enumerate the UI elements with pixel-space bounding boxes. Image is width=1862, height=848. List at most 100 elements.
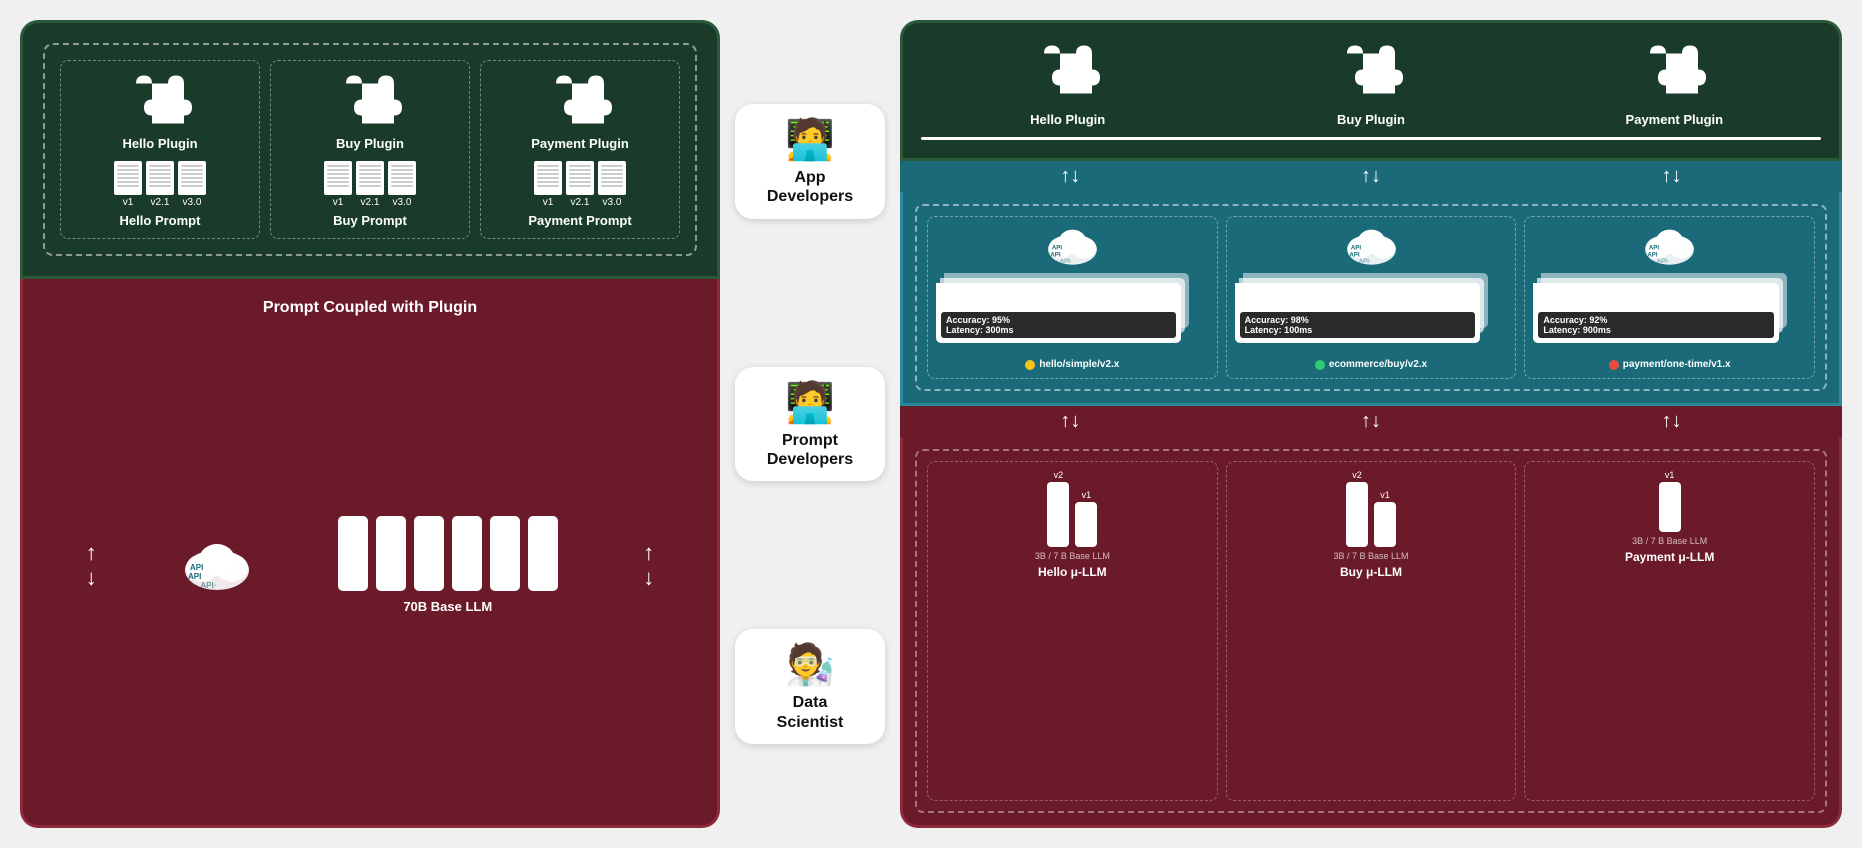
payment-prompt-versions: v1 v2.1 v3.0 bbox=[534, 161, 626, 208]
center-panel: 🧑‍💻 AppDevelopers 🧑‍💻 PromptDevelopers 🧑… bbox=[720, 20, 900, 828]
right-buy-plugin: Buy Plugin bbox=[1224, 41, 1517, 127]
mid-arrow-1: ↑↓ bbox=[920, 410, 1221, 433]
payment-bar-v1 bbox=[1659, 482, 1681, 532]
payment-mu-llm: v1 3B / 7 B Base LLM Payment μ-LLM bbox=[1524, 461, 1815, 801]
hello-plugin-label: Hello Plugin bbox=[122, 136, 197, 151]
payment-mu-sublabel: 3B / 7 B Base LLM bbox=[1632, 536, 1707, 546]
app-dev-emoji: 🧑‍💻 bbox=[750, 116, 870, 163]
buy-prompt-label: Buy Prompt bbox=[333, 213, 407, 228]
svg-text:· · · API·: · · · API· bbox=[186, 581, 216, 590]
buy-prompt-col: API API · · · API· Accuracy: 98% Latency… bbox=[1226, 216, 1517, 379]
right-middle-section: API API · · · API· Accuracy: 95% Latency bbox=[900, 192, 1842, 406]
right-payment-label: Payment Plugin bbox=[1626, 112, 1724, 127]
right-hello-label: Hello Plugin bbox=[1030, 112, 1105, 127]
top-arrows-row: ↑↓ ↑↓ ↑↓ bbox=[900, 161, 1842, 192]
hello-prompt-label: Hello Prompt bbox=[120, 213, 201, 228]
payment-accuracy: Accuracy: 92% Latency: 900ms bbox=[1538, 312, 1773, 338]
payment-plugin-section: Payment Plugin v1 v2.1 v3.0 bbox=[480, 60, 680, 239]
left-bottom-section: Prompt Coupled with Plugin ↑ ↓ API API bbox=[20, 279, 720, 828]
data-sci-title: DataScientist bbox=[750, 693, 870, 731]
llm-section: 70B Base LLM bbox=[338, 516, 558, 614]
app-dev-title: AppDevelopers bbox=[750, 168, 870, 206]
llm-label: 70B Base LLM bbox=[403, 599, 492, 614]
llm-bar-1 bbox=[338, 516, 368, 591]
hello-prompt-versions: v1 v2.1 v3.0 bbox=[114, 161, 206, 208]
doc-v30 bbox=[178, 161, 206, 195]
buy-folder-stack: Accuracy: 98% Latency: 100ms bbox=[1235, 273, 1508, 353]
payment-api-cloud: API API · · · API· bbox=[1642, 225, 1697, 267]
svg-text:· · · API·: · · · API· bbox=[1646, 258, 1669, 265]
left-arrows: ↑ ↓ bbox=[86, 542, 97, 589]
svg-text:API: API bbox=[1350, 244, 1360, 251]
data-sci-emoji: 🧑‍🔬 bbox=[750, 641, 870, 688]
hello-bar-v2 bbox=[1047, 482, 1069, 547]
left-top-section: Hello Plugin v1 v2.1 v3.0 bbox=[20, 20, 720, 279]
hello-puzzle-icon bbox=[120, 71, 200, 136]
llm-bar-4 bbox=[452, 516, 482, 591]
buy-mu-bars: v2 v1 bbox=[1346, 470, 1396, 547]
hello-mu-llm: v2 v1 3B / 7 B Base LLM Hello μ-LLM bbox=[927, 461, 1218, 801]
right-arrows: ↑ ↓ bbox=[643, 542, 654, 589]
hello-cloud-icon: API API · · · API· bbox=[1045, 225, 1100, 267]
buy-mu-sublabel: 3B / 7 B Base LLM bbox=[1333, 551, 1408, 561]
hello-prompt-col: API API · · · API· Accuracy: 95% Latency bbox=[927, 216, 1218, 379]
buy-puzzle-icon bbox=[330, 71, 410, 136]
right-top-section: Hello Plugin Buy Plugin Payment Plugin bbox=[900, 20, 1842, 161]
hello-accuracy: Accuracy: 95% Latency: 300ms bbox=[941, 312, 1176, 338]
hello-plugin-section: Hello Plugin v1 v2.1 v3.0 bbox=[60, 60, 260, 239]
payment-folder-stack: Accuracy: 92% Latency: 900ms bbox=[1533, 273, 1806, 353]
payment-cloud-icon: API API · · · API· bbox=[1642, 225, 1697, 267]
cloud-api-icon: API API · · · API· bbox=[182, 538, 252, 593]
payment-mu-bars: v1 bbox=[1659, 470, 1681, 532]
mid-arrow-3: ↑↓ bbox=[1521, 410, 1822, 433]
payment-puzzle-icon bbox=[540, 71, 620, 136]
right-buy-puzzle bbox=[1331, 41, 1411, 106]
payment-prompt-label: Payment Prompt bbox=[528, 213, 631, 228]
payment-plugin-label: Payment Plugin bbox=[531, 136, 629, 151]
hello-route: hello/simple/v2.x bbox=[1025, 359, 1119, 370]
coupled-title: Prompt Coupled with Plugin bbox=[43, 299, 697, 317]
buy-bar-v1 bbox=[1374, 502, 1396, 547]
hello-mu-sublabel: 3B / 7 B Base LLM bbox=[1035, 551, 1110, 561]
hello-folder-stack: Accuracy: 95% Latency: 300ms bbox=[936, 273, 1209, 353]
top-divider bbox=[921, 137, 1821, 140]
buy-mu-label: Buy μ-LLM bbox=[1340, 565, 1402, 579]
right-hello-puzzle bbox=[1028, 41, 1108, 106]
svg-text:API: API bbox=[1649, 244, 1659, 251]
prompt-dev-emoji: 🧑‍💻 bbox=[750, 379, 870, 426]
buy-plugin-label: Buy Plugin bbox=[336, 136, 404, 151]
mid-arrow-2: ↑↓ bbox=[1221, 410, 1522, 433]
svg-text:· · · API·: · · · API· bbox=[1049, 258, 1072, 265]
buy-accuracy: Accuracy: 98% Latency: 100ms bbox=[1240, 312, 1475, 338]
hello-api-cloud: API API · · · API· bbox=[1045, 225, 1100, 267]
prompt-dev-title: PromptDevelopers bbox=[750, 431, 870, 469]
data-scientist-card: 🧑‍🔬 DataScientist bbox=[735, 629, 885, 743]
buy-mu-llm: v2 v1 3B / 7 B Base LLM Buy μ-LLM bbox=[1226, 461, 1517, 801]
arrow-col-1: ↑↓ bbox=[920, 165, 1221, 188]
payment-prompt-col: API API · · · API· Accuracy: 92% Latency… bbox=[1524, 216, 1815, 379]
doc-v21 bbox=[146, 161, 174, 195]
llm-bar-3 bbox=[414, 516, 444, 591]
prompt-developers-card: 🧑‍💻 PromptDevelopers bbox=[735, 367, 885, 481]
hello-mu-bars: v2 v1 bbox=[1047, 470, 1097, 547]
buy-api-cloud: API API · · · API· bbox=[1344, 225, 1399, 267]
buy-plugin-section: Buy Plugin v1 v2.1 v3.0 bbox=[270, 60, 470, 239]
app-developers-card: 🧑‍💻 AppDevelopers bbox=[735, 104, 885, 218]
buy-cloud-icon: API API · · · API· bbox=[1344, 225, 1399, 267]
doc-v1 bbox=[114, 161, 142, 195]
api-cloud-center: API API · · · API· bbox=[182, 538, 252, 593]
svg-text:API: API bbox=[1648, 251, 1658, 258]
buy-dot bbox=[1315, 360, 1325, 370]
llm-bar-6 bbox=[528, 516, 558, 591]
right-buy-label: Buy Plugin bbox=[1337, 112, 1405, 127]
right-payment-puzzle bbox=[1634, 41, 1714, 106]
buy-route: ecommerce/buy/v2.x bbox=[1315, 359, 1427, 370]
buy-bar-v2 bbox=[1346, 482, 1368, 547]
right-payment-plugin: Payment Plugin bbox=[1528, 41, 1821, 127]
hello-dot bbox=[1025, 360, 1035, 370]
llm-bar-2 bbox=[376, 516, 406, 591]
right-bottom-section: v2 v1 3B / 7 B Base LLM Hello μ-LLM bbox=[900, 437, 1842, 828]
payment-mu-label: Payment μ-LLM bbox=[1625, 550, 1714, 564]
arrow-col-3: ↑↓ bbox=[1521, 165, 1822, 188]
svg-text:API: API bbox=[188, 572, 201, 581]
